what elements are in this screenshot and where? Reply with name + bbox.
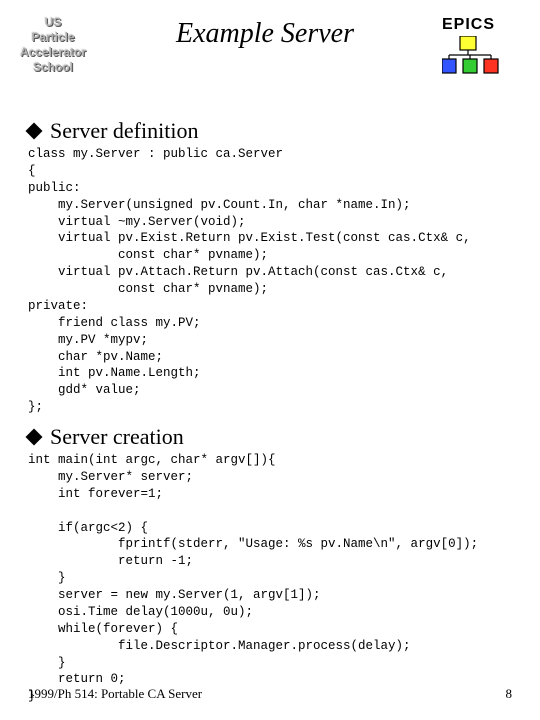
diamond-bullet-icon [26,429,43,446]
section-title: Server definition [50,118,198,144]
logo-line: Accelerator [18,45,88,60]
slide-footer: 1999/Ph 514: Portable CA Server 8 [28,686,512,702]
logo-line: Particle [18,30,88,45]
logo-line: US [18,15,88,30]
code-block: int main(int argc, char* argv[]){ my.Ser… [28,452,516,705]
slide-body: Server definition class my.Server : publ… [0,118,540,705]
uspas-logo: US Particle Accelerator School [18,10,88,75]
page-number: 8 [506,686,513,702]
section-heading: Server definition [28,118,516,144]
epics-label: EPICS [442,16,522,34]
logo-line: School [18,60,88,75]
section-title: Server creation [50,424,184,450]
epics-logo: EPICS [442,10,522,79]
section-heading: Server creation [28,424,516,450]
epics-boxes-icon [442,36,500,74]
footer-left: 1999/Ph 514: Portable CA Server [28,686,202,702]
slide-title: Example Server [88,10,442,50]
diamond-bullet-icon [26,123,43,140]
code-block: class my.Server : public ca.Server { pub… [28,146,516,416]
slide-header: US Particle Accelerator School Example S… [0,0,540,110]
